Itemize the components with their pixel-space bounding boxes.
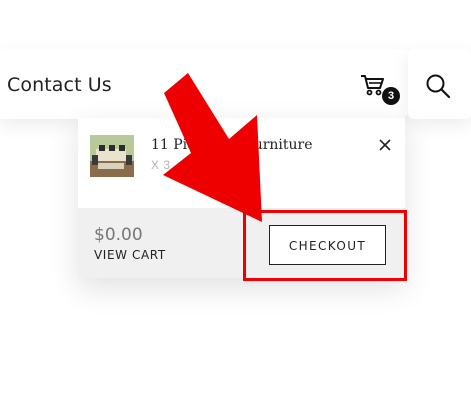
search-icon xyxy=(426,74,451,99)
cart-item-title[interactable]: 11 Piece Set Furniture xyxy=(151,137,313,153)
cart-item-quantity: X 3 xyxy=(151,158,171,172)
search-button[interactable] xyxy=(408,49,471,119)
annotation-highlight-box xyxy=(243,210,407,281)
header-nav: Contact Us 3 xyxy=(0,49,408,119)
close-icon xyxy=(379,139,391,151)
cart-count-badge: 3 xyxy=(382,87,400,105)
view-cart-link[interactable]: VIEW CART xyxy=(94,248,166,262)
product-thumbnail[interactable] xyxy=(90,135,134,177)
cart-subtotal: $0.00 xyxy=(94,225,143,245)
remove-item-button[interactable] xyxy=(378,138,394,154)
nav-link-contact[interactable]: Contact Us xyxy=(7,74,112,96)
cart-button[interactable]: 3 xyxy=(360,73,400,105)
